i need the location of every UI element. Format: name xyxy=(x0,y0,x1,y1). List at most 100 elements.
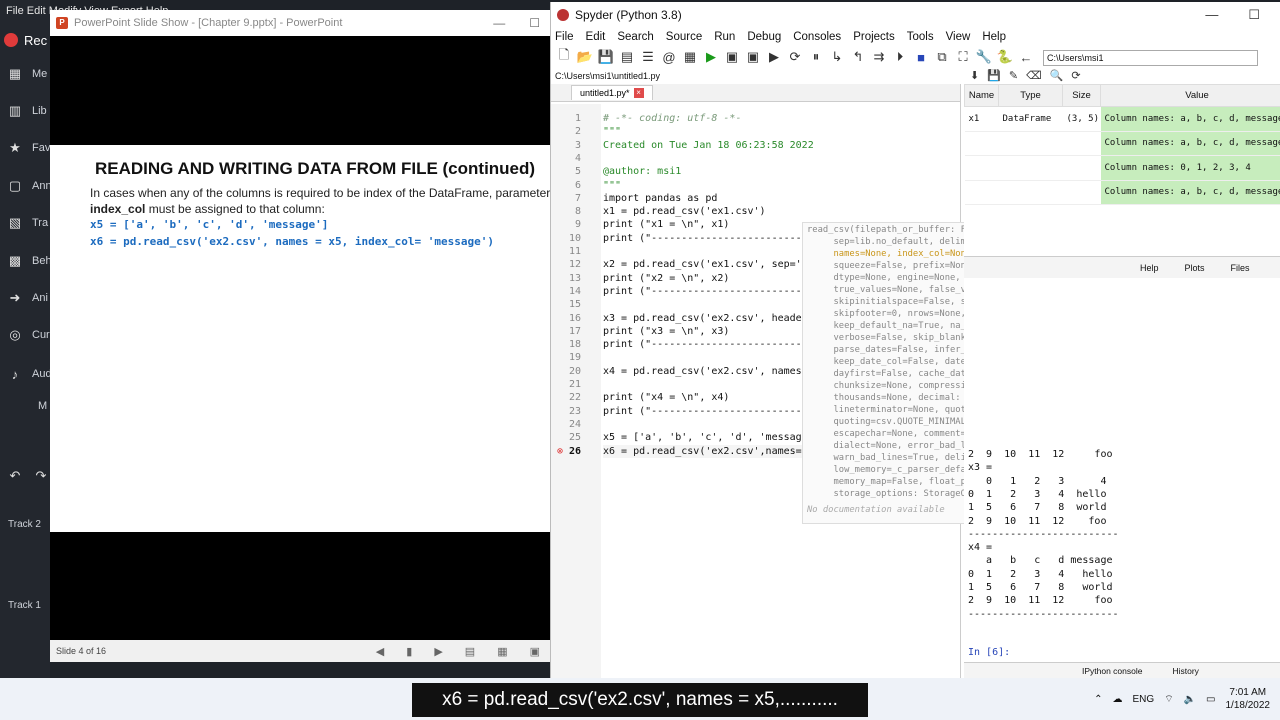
code-line[interactable]: print ("x1 = \n", x1) xyxy=(603,218,729,231)
code-line[interactable]: # -*- coding: utf-8 -*- xyxy=(603,112,741,125)
minimize-icon[interactable]: — xyxy=(493,16,505,30)
menu-source[interactable]: Source xyxy=(666,31,702,43)
col-name[interactable]: Name xyxy=(964,84,999,107)
code-line[interactable]: x5 = ['a', 'b', 'c', 'd', 'messag xyxy=(603,431,802,444)
code-line[interactable]: print ("-------------------------" xyxy=(603,405,808,418)
debug-icon[interactable]: ▦ xyxy=(681,49,699,65)
stop-icon[interactable]: ■ xyxy=(912,50,930,65)
pause-icon[interactable]: ▮ xyxy=(406,645,412,658)
sidebar-item-cur[interactable]: ◎ Cur xyxy=(6,325,49,345)
code-line[interactable]: print ("x4 = \n", x4) xyxy=(603,391,729,404)
menu-tools[interactable]: Tools xyxy=(907,31,934,43)
run-cell-icon[interactable]: ▣ xyxy=(723,49,741,65)
sorter-view-icon[interactable]: ▦ xyxy=(497,645,507,658)
prev-slide-icon[interactable]: ◀ xyxy=(376,645,384,658)
sidebar-item-beh[interactable]: ▩ Beh xyxy=(6,251,52,271)
step-return-icon[interactable]: ↰ xyxy=(849,49,867,65)
rerun-icon[interactable]: ⟳ xyxy=(786,49,804,65)
working-directory-input[interactable]: C:\Users\msi1 xyxy=(1043,50,1258,66)
edit-icon[interactable]: ✎ xyxy=(1009,69,1018,82)
menu-edit[interactable]: Edit xyxy=(586,31,606,43)
sidebar-item-lib[interactable]: ▥ Lib xyxy=(6,101,47,121)
back-icon[interactable]: ← xyxy=(1017,50,1035,65)
console-prompt[interactable]: In [6]: xyxy=(968,646,1010,659)
cloud-icon[interactable]: ☁ xyxy=(1113,694,1123,705)
undo-redo[interactable]: ↶ ↷ xyxy=(6,466,50,486)
save-data-icon[interactable]: 💾 xyxy=(987,69,1001,82)
menu-file[interactable]: File xyxy=(555,31,574,43)
menu-consoles[interactable]: Consoles xyxy=(793,31,841,43)
menu-projects[interactable]: Projects xyxy=(853,31,895,43)
menu-debug[interactable]: Debug xyxy=(747,31,781,43)
record-button[interactable]: Rec xyxy=(4,30,47,50)
tab-help[interactable]: Help xyxy=(1140,263,1159,273)
tab-untitled1[interactable]: untitled1.py* × xyxy=(571,85,653,100)
code-line[interactable]: print ("x2 = \n", x2) xyxy=(603,272,729,285)
new-file-icon[interactable]: 🗋 xyxy=(555,46,573,68)
sidebar-item-fav[interactable]: ★ Fav xyxy=(6,138,50,158)
step-icon[interactable]: ⏸ xyxy=(807,49,825,65)
error-icon[interactable]: ⊗ xyxy=(553,445,563,458)
sidebar-item-ann[interactable]: ▢ Ann xyxy=(6,176,52,196)
col-type[interactable]: Type xyxy=(998,84,1063,107)
sidebar-item-aud[interactable]: ♪ Aud xyxy=(6,364,52,384)
menu-search[interactable]: Search xyxy=(617,31,653,43)
variable-row[interactable]: x1 DataFrame (3, 5) Column names: a, b, c, … xyxy=(964,106,1280,132)
code-line[interactable]: x4 = pd.read_csv('ex2.csv', names xyxy=(603,365,802,378)
close-tab-icon[interactable]: × xyxy=(633,88,644,98)
maximize-icon[interactable]: ☐ xyxy=(1248,7,1260,23)
reading-view-icon[interactable]: ▣ xyxy=(530,645,540,658)
save-all-icon[interactable]: ▤ xyxy=(618,49,636,65)
menu-run[interactable]: Run xyxy=(714,31,735,43)
code-line[interactable]: import pandas as pd xyxy=(603,192,717,205)
continue-icon[interactable]: ⇉ xyxy=(870,49,888,65)
run-cell-advance-icon[interactable]: ▣ xyxy=(744,49,762,65)
code-line[interactable]: print ("-------------------------" xyxy=(603,338,808,351)
code-line[interactable]: x2 = pd.read_csv('ex1.csv', sep=' xyxy=(603,258,802,271)
code-editor[interactable]: untitled1.py* × 1 # -*- coding: utf-8 -*- 2… xyxy=(551,84,1124,678)
preferences-icon[interactable]: 🔧 xyxy=(975,49,993,65)
undo-icon[interactable]: ↶ xyxy=(6,468,24,484)
ipython-console[interactable]: 2 9 10 11 12 foo x3 = 0 1 2 3 40 1 2 3 4 … xyxy=(964,278,1280,658)
next-icon[interactable]: ⏵ xyxy=(891,49,909,65)
search-icon[interactable]: 🔍 xyxy=(1050,69,1064,82)
code-line[interactable]: """ xyxy=(603,179,621,192)
tab-files[interactable]: Files xyxy=(1231,263,1250,273)
run-icon[interactable]: ▶ xyxy=(702,49,720,65)
clock[interactable]: 7:01 AM 1/18/2022 xyxy=(1226,686,1271,712)
sidebar-item-tra[interactable]: ▧ Tra xyxy=(6,213,48,233)
code-line[interactable]: print ("x3 = \n", x3) xyxy=(603,325,729,338)
language-indicator[interactable]: ENG xyxy=(1133,694,1155,705)
volume-icon[interactable]: 🔈 xyxy=(1184,694,1196,705)
minimize-icon[interactable]: — xyxy=(1205,7,1218,23)
code-line[interactable]: print ("-------------------------" xyxy=(603,232,808,245)
save-icon[interactable]: 💾 xyxy=(597,49,615,65)
normal-view-icon[interactable]: ▤ xyxy=(465,645,475,658)
tab-ipython-console[interactable]: IPython console xyxy=(1082,666,1142,676)
fullscreen-icon[interactable]: ⛶ xyxy=(954,49,972,65)
col-size[interactable]: Size xyxy=(1062,84,1101,107)
at-icon[interactable]: @ xyxy=(660,50,678,65)
wifi-icon[interactable]: ⌔ xyxy=(1164,693,1173,706)
next-slide-icon[interactable]: ▶ xyxy=(434,645,442,658)
erase-icon[interactable]: ⌫ xyxy=(1026,69,1042,82)
python-path-icon[interactable]: 🐍 xyxy=(996,49,1014,65)
code-line[interactable]: Created on Tue Jan 18 06:23:58 2022 xyxy=(603,139,814,152)
variable-row[interactable]: Column names: a, b, c, d, message xyxy=(964,131,1280,156)
code-line[interactable]: print ("-------------------------" xyxy=(603,285,808,298)
variable-row[interactable]: Column names: 0, 1, 2, 3, 4 xyxy=(964,155,1280,181)
maximize-pane-icon[interactable]: ⧉ xyxy=(933,49,951,65)
battery-icon[interactable]: ▭ xyxy=(1206,694,1215,705)
redo-icon[interactable]: ↷ xyxy=(32,468,50,484)
open-file-icon[interactable]: 📂 xyxy=(576,49,594,65)
step-into-icon[interactable]: ↳ xyxy=(828,49,846,65)
menu-view[interactable]: View xyxy=(946,31,971,43)
sidebar-item-ani[interactable]: ➜ Ani xyxy=(6,288,48,308)
sidebar-item-me[interactable]: ▦ Me xyxy=(6,64,47,84)
run-selection-icon[interactable]: ▶ xyxy=(765,49,783,65)
menu-help[interactable]: Help xyxy=(982,31,1006,43)
tab-plots[interactable]: Plots xyxy=(1185,263,1205,273)
variable-row[interactable]: Column names: a, b, c, d, message xyxy=(964,180,1280,205)
code-line[interactable]: @author: msi1 xyxy=(603,165,681,178)
maximize-icon[interactable]: ☐ xyxy=(529,16,540,30)
